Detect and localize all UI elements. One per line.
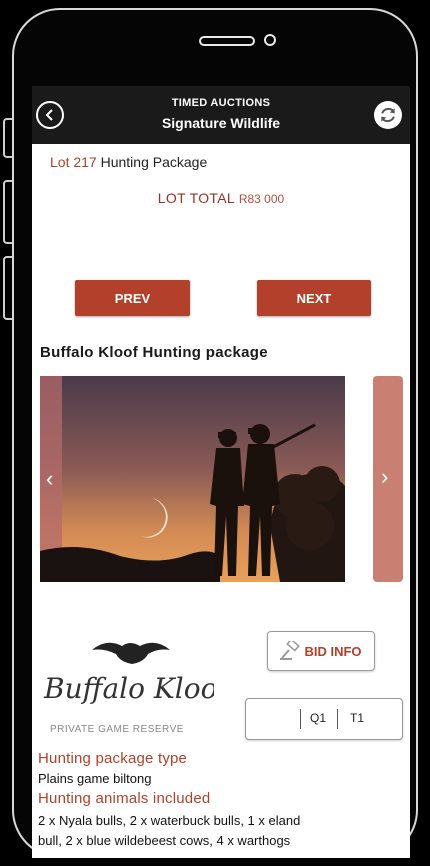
lot-heading: Lot 217 Hunting Package <box>50 154 207 170</box>
animals-text-line2: bull, 2 x blue wildebeest cows, 4 x wart… <box>38 833 291 848</box>
app-header: TIMED AUCTIONS Signature Wildlife <box>32 86 410 144</box>
buffalo-kloof-logo: Buffalo Kloof PRIVATE GAME RESERVE <box>34 636 232 742</box>
lot-detail-panel: Lot 217 Hunting Package LOT TOTAL R83 00… <box>32 144 410 858</box>
lot-name: Hunting Package <box>100 154 208 170</box>
animals-text-line1: 2 x Nyala bulls, 2 x waterbuck bulls, 1 … <box>38 813 301 828</box>
header-subtitle: Signature Wildlife <box>161 115 281 131</box>
bid-info-label: BID INFO <box>304 643 362 659</box>
next-image-preview[interactable]: › <box>373 376 403 582</box>
header-title: TIMED AUCTIONS <box>171 97 271 109</box>
volume-up-button <box>3 180 12 244</box>
divider <box>337 709 338 729</box>
speaker-grille <box>199 36 255 46</box>
package-type-heading: Hunting package type <box>38 750 188 767</box>
logo-tagline: PRIVATE GAME RESERVE <box>50 724 184 735</box>
chevron-right-icon[interactable]: › <box>381 464 388 490</box>
front-camera <box>264 34 276 46</box>
refresh-button[interactable] <box>374 101 402 129</box>
package-title: Buffalo Kloof Hunting package <box>40 344 268 361</box>
bid-info-button[interactable]: BID INFO <box>267 631 375 671</box>
lot-number: Lot 217 <box>50 154 97 170</box>
prev-button[interactable]: PREV <box>75 280 190 316</box>
lot-total: LOT TOTAL R83 000 <box>32 190 410 206</box>
next-button[interactable]: NEXT <box>257 280 371 316</box>
lot-total-label: LOT TOTAL <box>157 190 235 206</box>
image-gallery[interactable]: ‹ <box>40 376 345 582</box>
logo-wordmark: Buffalo Kloof <box>43 672 214 705</box>
animals-heading: Hunting animals included <box>38 790 211 807</box>
gavel-icon <box>280 641 301 660</box>
mute-switch <box>3 118 12 158</box>
chevron-left-icon[interactable]: ‹ <box>46 466 53 492</box>
refresh-icon <box>381 107 395 123</box>
volume-down-button <box>3 256 12 320</box>
divider <box>300 709 301 729</box>
quick-bid-box[interactable]: Q1 T1 <box>245 698 403 740</box>
lot-total-value: R83 000 <box>238 192 285 206</box>
t1-label[interactable]: T1 <box>350 711 364 725</box>
hunters-sunset-photo <box>40 376 345 582</box>
q1-label[interactable]: Q1 <box>310 711 326 725</box>
package-type-text: Plains game biltong <box>38 771 152 786</box>
